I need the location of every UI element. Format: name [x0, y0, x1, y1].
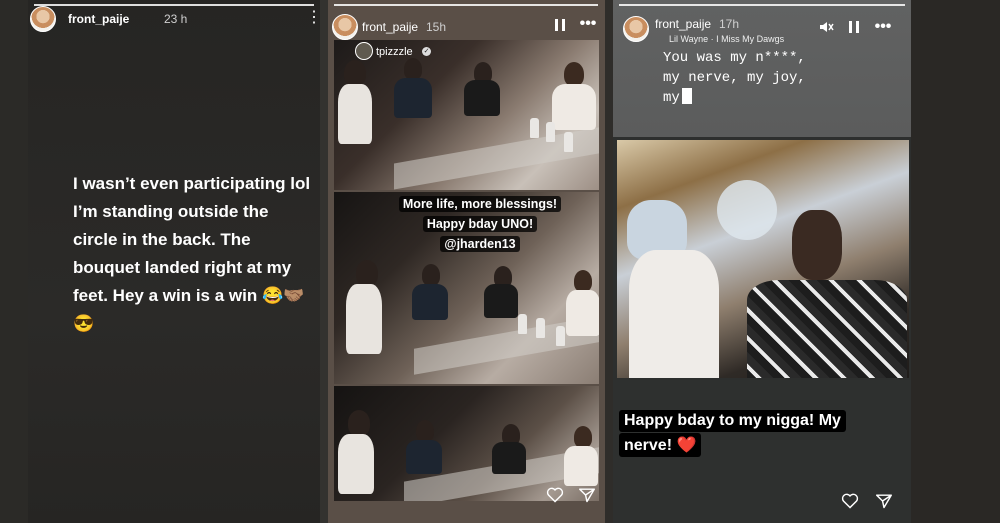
lyrics-text: You was my n****, my nerve, my joy, my: [663, 48, 806, 108]
panel-divider: [320, 0, 328, 523]
avatar[interactable]: [623, 16, 649, 42]
more-icon[interactable]: ⋮: [306, 10, 320, 26]
tagged-avatar[interactable]: [355, 42, 373, 60]
heart-icon[interactable]: [546, 487, 564, 503]
story-overlay-text: More life, more blessings! Happy bday UN…: [390, 195, 570, 253]
story-photo-3: [334, 386, 599, 501]
story-panel-2[interactable]: tpizzzle ✓ More life, more blessings! Ha…: [328, 0, 605, 523]
timestamp: 15h: [426, 20, 447, 34]
story-photo: [617, 140, 909, 378]
avatar[interactable]: [30, 6, 56, 32]
mute-icon[interactable]: [818, 20, 834, 37]
story-header: front_paije 15h •••: [328, 6, 605, 40]
username[interactable]: front_paije: [362, 20, 418, 34]
username[interactable]: front_paije: [68, 12, 129, 26]
page-margin: [911, 0, 1000, 523]
lyric-line: You was my n****,: [663, 50, 806, 66]
story-caption: I wasn’t even participating lol I’m stan…: [73, 174, 311, 333]
story-header: front_paije 17h Lil Wayne · I Miss My Da…: [613, 6, 911, 44]
more-icon[interactable]: •••: [873, 19, 893, 35]
timestamp: 23 h: [164, 12, 188, 26]
send-icon[interactable]: [875, 493, 893, 509]
story-photo-1: [334, 40, 599, 190]
lyric-cursor: [681, 88, 692, 104]
pause-icon[interactable]: [847, 20, 861, 37]
story-header: front_paije 23 h ⋮: [28, 6, 320, 38]
caption-line: Happy bday to my nigga! My: [619, 410, 846, 432]
lyric-line: my nerve, my joy,: [663, 70, 806, 86]
avatar[interactable]: [332, 14, 358, 40]
story-panel-3[interactable]: front_paije 17h Lil Wayne · I Miss My Da…: [613, 0, 911, 523]
verified-icon: ✓: [422, 47, 431, 56]
send-icon[interactable]: [578, 487, 596, 503]
mention-tag[interactable]: @jharden13: [440, 236, 520, 252]
heart-icon[interactable]: [841, 493, 859, 509]
overlay-line: Happy bday UNO!: [422, 216, 538, 232]
story-panel-1[interactable]: front_paije 23 h ⋮ I wasn’t even partici…: [28, 0, 320, 523]
overlay-line: More life, more blessings!: [398, 196, 562, 212]
pause-icon[interactable]: [553, 18, 567, 35]
timestamp: 17h: [719, 17, 740, 31]
caption-line: nerve! ❤️: [619, 433, 702, 457]
panel-divider: [605, 0, 613, 523]
username[interactable]: front_paije: [655, 17, 711, 31]
more-icon[interactable]: •••: [578, 16, 598, 32]
music-label[interactable]: Lil Wayne · I Miss My Dawgs: [669, 34, 784, 44]
lyric-line: my: [663, 90, 680, 106]
tagged-username[interactable]: tpizzzle: [376, 46, 413, 58]
story-caption: Happy bday to my nigga! My nerve! ❤️: [619, 410, 846, 457]
